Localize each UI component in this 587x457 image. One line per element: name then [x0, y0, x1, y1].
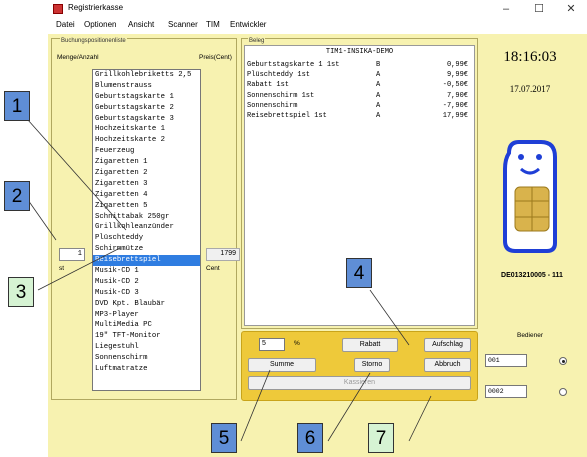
callout-6: 6: [297, 423, 323, 453]
callout-1: 1: [4, 91, 30, 121]
callout-2: 2: [4, 181, 30, 211]
callout-7: 7: [368, 423, 394, 453]
callout-lines: [27, 119, 432, 442]
callout-3: 3: [8, 277, 34, 307]
callout-4: 4: [346, 258, 372, 288]
callout-5: 5: [211, 423, 237, 453]
